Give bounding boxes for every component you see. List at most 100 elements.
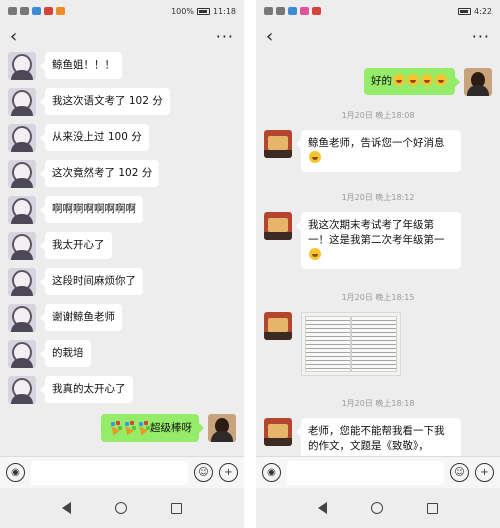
message-bubble[interactable]: 的栽培 bbox=[40, 340, 91, 367]
avatar[interactable] bbox=[8, 268, 36, 296]
avatar[interactable] bbox=[264, 130, 292, 158]
status-icons-right: 4:22 bbox=[458, 7, 492, 16]
message-list[interactable]: 好的 1月20日 晚上18:08 鲸鱼老师，告诉您一个好消息 1月20日 晚上1… bbox=[256, 52, 500, 458]
battery-percent: 100% bbox=[171, 6, 194, 16]
message-bubble[interactable]: 老师，您能不能帮我看一下我的作文，文题是《致敬》， bbox=[296, 418, 461, 458]
message-bubble-self[interactable]: 超级棒呀 bbox=[101, 414, 204, 442]
message-row: 从来没上过 100 分 bbox=[0, 124, 244, 152]
avatar[interactable] bbox=[8, 52, 36, 80]
avatar[interactable] bbox=[264, 312, 292, 340]
avatar[interactable] bbox=[8, 340, 36, 368]
battery-icon bbox=[458, 7, 472, 15]
timestamp: 1月20日 晚上18:08 bbox=[341, 111, 415, 120]
self-avatar[interactable] bbox=[464, 68, 492, 96]
message-bubble[interactable]: 我太开心了 bbox=[40, 232, 112, 259]
signal-icon bbox=[264, 7, 273, 15]
message-text: 我这次期末考试考了年级第一！这是我第二次考年级第一 bbox=[308, 219, 445, 246]
grin-emoji-icon bbox=[309, 151, 321, 163]
message-row: 鲸鱼老师，告诉您一个好消息 bbox=[256, 130, 500, 172]
message-bubble[interactable]: 从来没上过 100 分 bbox=[40, 124, 149, 151]
message-bubble[interactable]: 鲸鱼姐！！！ bbox=[40, 52, 122, 79]
nav-home-icon[interactable] bbox=[371, 502, 383, 514]
message-input[interactable] bbox=[31, 460, 188, 485]
voice-icon[interactable]: ◉ bbox=[262, 463, 281, 482]
message-input[interactable] bbox=[287, 460, 444, 485]
self-avatar[interactable] bbox=[208, 414, 236, 442]
nav-recent-icon[interactable] bbox=[427, 502, 438, 514]
avatar[interactable] bbox=[8, 196, 36, 224]
avatar[interactable] bbox=[8, 88, 36, 116]
message-text: 鲸鱼老师，告诉您一个好消息 bbox=[308, 137, 445, 149]
message-row: 我这次语文考了 102 分 bbox=[0, 88, 244, 116]
avatar[interactable] bbox=[264, 212, 292, 240]
message-bubble[interactable]: 谢谢鲸鱼老师 bbox=[40, 304, 122, 331]
message-row-self: 好的 bbox=[256, 68, 500, 96]
back-icon[interactable]: ‹ bbox=[266, 28, 273, 46]
message-list[interactable]: 鲸鱼姐！！！ 我这次语文考了 102 分 从来没上过 100 分 这次竟然考了 … bbox=[0, 52, 244, 458]
message-bubble[interactable]: 我这次语文考了 102 分 bbox=[40, 88, 170, 115]
message-bubble[interactable]: 我这次期末考试考了年级第一！这是我第二次考年级第一 bbox=[296, 212, 461, 269]
party-popper-icon bbox=[108, 420, 122, 434]
system-nav-bar bbox=[256, 488, 500, 528]
avatar[interactable] bbox=[264, 418, 292, 446]
essay-page-image bbox=[351, 316, 397, 372]
nav-back-icon[interactable] bbox=[62, 502, 71, 514]
message-row: 我这次期末考试考了年级第一！这是我第二次考年级第一 bbox=[256, 212, 500, 269]
message-row: 老师，您能不能帮我看一下我的作文，文题是《致敬》， bbox=[256, 418, 500, 458]
chat-title-bar: ‹ ··· bbox=[0, 22, 244, 52]
avatar[interactable] bbox=[8, 376, 36, 404]
message-bubble[interactable]: 我真的太开心了 bbox=[40, 376, 133, 403]
message-row: 这段时间麻烦你了 bbox=[0, 268, 244, 296]
message-row-self: 超级棒呀 bbox=[0, 414, 244, 442]
message-row: 鲸鱼姐！！！ bbox=[0, 52, 244, 80]
nav-recent-icon[interactable] bbox=[171, 502, 182, 514]
status-time: 4:22 bbox=[474, 6, 492, 16]
status-bar: 100% 11:18 bbox=[0, 0, 244, 22]
more-options-icon[interactable]: ··· bbox=[216, 29, 234, 45]
plus-icon[interactable]: + bbox=[475, 463, 494, 482]
plus-icon[interactable]: + bbox=[219, 463, 238, 482]
battery-icon bbox=[196, 7, 210, 15]
voice-icon[interactable]: ◉ bbox=[6, 463, 25, 482]
signal-icon bbox=[8, 7, 17, 15]
left-chat-screen: 100% 11:18 ‹ ··· 鲸鱼姐！！！ 我这次语文考了 102 分 从来… bbox=[0, 0, 244, 528]
emoji-icon[interactable]: ☺ bbox=[194, 463, 213, 482]
message-row bbox=[256, 312, 500, 376]
more-options-icon[interactable]: ··· bbox=[472, 29, 490, 45]
message-bubble[interactable]: 鲸鱼老师，告诉您一个好消息 bbox=[296, 130, 461, 172]
message-bubble[interactable]: 这段时间麻烦你了 bbox=[40, 268, 143, 295]
message-text: 超级棒呀 bbox=[150, 422, 192, 434]
nav-back-icon[interactable] bbox=[318, 502, 327, 514]
status-icons-left bbox=[8, 7, 65, 15]
essay-page-image bbox=[305, 316, 351, 372]
emoji-icon[interactable]: ☺ bbox=[450, 463, 469, 482]
party-popper-icon bbox=[136, 420, 150, 434]
chat-title-bar: ‹ ··· bbox=[256, 22, 500, 52]
back-icon[interactable]: ‹ bbox=[10, 28, 17, 46]
status-time: 11:18 bbox=[212, 6, 236, 16]
message-bubble-self[interactable]: 好的 bbox=[364, 68, 460, 95]
avatar[interactable] bbox=[8, 160, 36, 188]
app-icon bbox=[56, 7, 65, 15]
app-icon bbox=[32, 7, 41, 15]
message-bubble[interactable]: 啊啊啊啊啊啊啊啊 bbox=[40, 196, 143, 223]
grin-emoji-icon bbox=[393, 74, 405, 86]
timestamp: 1月20日 晚上18:15 bbox=[341, 293, 415, 302]
status-icons-left bbox=[264, 7, 321, 15]
app-icon bbox=[288, 7, 297, 15]
message-bubble[interactable]: 这次竟然考了 102 分 bbox=[39, 160, 160, 187]
app-icon bbox=[300, 7, 309, 15]
message-row: 我太开心了 bbox=[0, 232, 244, 260]
avatar[interactable] bbox=[8, 304, 36, 332]
wifi-icon bbox=[276, 7, 285, 15]
grin-emoji-icon bbox=[421, 74, 433, 86]
message-text: 好的 bbox=[371, 75, 392, 87]
input-bar: ◉ ☺ + bbox=[256, 456, 500, 488]
input-bar: ◉ ☺ + bbox=[0, 456, 244, 488]
avatar[interactable] bbox=[8, 232, 36, 260]
avatar[interactable] bbox=[8, 124, 36, 152]
right-chat-screen: 4:22 ‹ ··· 好的 1月20日 晚上18:08 鲸鱼老师，告诉您一个好消… bbox=[256, 0, 500, 528]
nav-home-icon[interactable] bbox=[115, 502, 127, 514]
photo-message[interactable] bbox=[301, 312, 401, 376]
timestamp: 1月20日 晚上18:18 bbox=[341, 399, 415, 408]
